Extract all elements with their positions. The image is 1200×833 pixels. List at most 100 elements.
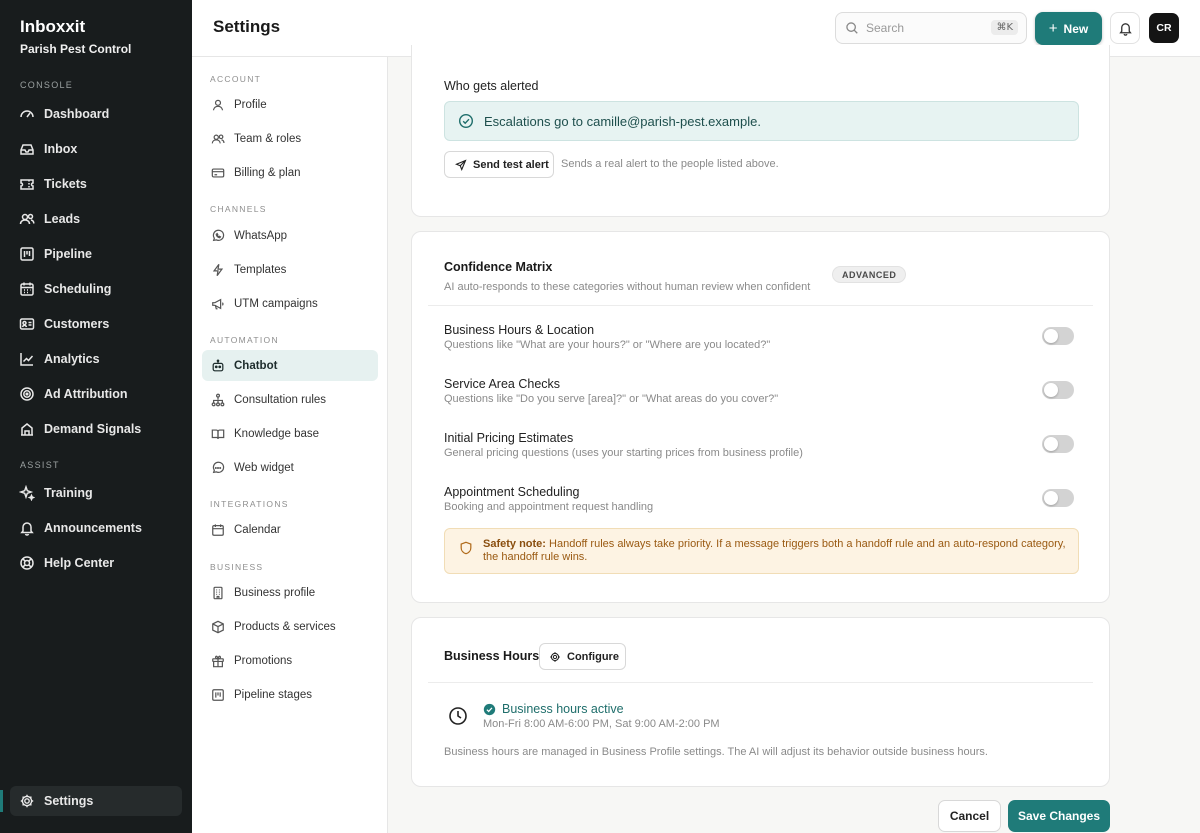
check-circle-icon <box>458 113 474 129</box>
nav-analytics[interactable]: Analytics <box>10 344 182 374</box>
section-automation: AUTOMATION <box>210 335 279 345</box>
nav-customers[interactable]: Customers <box>10 309 182 339</box>
nav-dashboard[interactable]: Dashboard <box>10 99 182 129</box>
nav-announcements[interactable]: Announcements <box>10 513 182 543</box>
calendar-icon <box>212 523 224 536</box>
hierarchy-icon <box>211 393 225 406</box>
settings-item-chatbot[interactable]: Chatbot <box>202 350 378 381</box>
configure-label: Configure <box>567 650 619 663</box>
settings-item-label: Chatbot <box>234 359 278 372</box>
settings-item-calendar[interactable]: Calendar <box>202 514 378 545</box>
nav-scheduling[interactable]: Scheduling <box>10 274 182 304</box>
business-hours-card: Business Hours Configure Business hours … <box>411 617 1110 787</box>
toggle-scheduling[interactable] <box>1042 489 1074 507</box>
main-sidebar: Inboxxit Parish Pest Control CONSOLE Das… <box>0 0 192 833</box>
configure-button[interactable]: Configure <box>539 643 626 670</box>
settings-item-label: Profile <box>234 98 267 111</box>
settings-item-label: Billing & plan <box>234 166 301 179</box>
settings-item-whatsapp[interactable]: WhatsApp <box>202 220 378 251</box>
send-test-alert-label: Send test alert <box>473 158 549 171</box>
nav-pipeline[interactable]: Pipeline <box>10 239 182 269</box>
category-title: Appointment Scheduling <box>444 485 580 499</box>
avatar[interactable]: CR <box>1149 13 1179 43</box>
hours-title: Business Hours <box>444 649 540 663</box>
gear-icon <box>550 651 560 662</box>
settings-item-business-profile[interactable]: Business profile <box>202 577 378 608</box>
settings-item-billing[interactable]: Billing & plan <box>202 157 378 188</box>
search-shortcut: ⌘K <box>991 20 1018 35</box>
settings-item-label: Promotions <box>234 654 293 667</box>
settings-item-profile[interactable]: Profile <box>202 89 378 120</box>
nav-settings[interactable]: Settings <box>10 786 182 816</box>
send-icon <box>455 158 467 171</box>
category-desc: Questions like "Do you serve [area]?" or… <box>444 393 779 405</box>
nav-inbox[interactable]: Inbox <box>10 134 182 164</box>
bell-icon <box>1118 22 1132 36</box>
safety-note: Safety note: Handoff rules always take p… <box>444 528 1079 574</box>
settings-item-pipeline-stages[interactable]: Pipeline stages <box>202 679 378 710</box>
cancel-button[interactable]: Cancel <box>938 800 1001 832</box>
safety-label: Safety note: <box>483 538 546 550</box>
settings-item-products[interactable]: Products & services <box>202 611 378 642</box>
nav-leads[interactable]: Leads <box>10 204 182 234</box>
nav-label: Tickets <box>44 177 87 191</box>
safety-text: Handoff rules always take priority. If a… <box>483 538 1066 563</box>
gear-icon <box>20 794 34 808</box>
book-open-icon <box>211 428 225 439</box>
users-icon <box>19 213 35 225</box>
settings-item-utm[interactable]: UTM campaigns <box>202 288 378 319</box>
chat-bubble-icon <box>212 461 225 473</box>
active-indicator <box>0 790 3 812</box>
divider <box>428 682 1093 683</box>
credit-card-icon <box>211 167 225 178</box>
settings-item-consultation[interactable]: Consultation rules <box>202 384 378 415</box>
lightning-icon <box>212 263 224 276</box>
hours-status: Business hours active <box>483 702 624 716</box>
settings-item-knowledge[interactable]: Knowledge base <box>202 418 378 449</box>
nav-demand-signals[interactable]: Demand Signals <box>10 414 182 444</box>
search-input[interactable]: Search ⌘K <box>835 12 1027 44</box>
settings-item-team[interactable]: Team & roles <box>202 123 378 154</box>
notifications-button[interactable] <box>1110 12 1140 44</box>
nav-training[interactable]: Training <box>10 478 182 508</box>
settings-item-widget[interactable]: Web widget <box>202 452 378 483</box>
toggle-business-hours[interactable] <box>1042 327 1074 345</box>
lifebuoy-icon <box>20 556 34 570</box>
user-icon <box>212 99 224 110</box>
gauge-icon <box>20 110 34 118</box>
hours-times: Mon-Fri 8:00 AM-6:00 PM, Sat 9:00 AM-2:0… <box>483 718 720 730</box>
nav-ad-attribution[interactable]: Ad Attribution <box>10 379 182 409</box>
nav-tickets[interactable]: Tickets <box>10 169 182 199</box>
org-name: Parish Pest Control <box>20 42 132 56</box>
settings-item-promotions[interactable]: Promotions <box>202 645 378 676</box>
kanban-icon <box>212 688 224 701</box>
send-test-alert-button[interactable]: Send test alert <box>444 151 554 178</box>
kanban-icon <box>20 247 34 261</box>
who-gets-alerted-label: Who gets alerted <box>444 79 539 93</box>
nav-label: Settings <box>44 794 94 808</box>
megaphone-icon <box>212 298 224 309</box>
box-icon <box>212 620 224 633</box>
toggle-service-area[interactable] <box>1042 381 1074 399</box>
matrix-title: Confidence Matrix <box>444 260 553 274</box>
section-assist: ASSIST <box>20 460 60 470</box>
settings-item-label: WhatsApp <box>234 229 288 242</box>
settings-item-label: Calendar <box>234 523 281 536</box>
settings-item-templates[interactable]: Templates <box>202 254 378 285</box>
settings-item-label: Templates <box>234 263 287 276</box>
new-button[interactable]: + New <box>1035 12 1102 45</box>
section-console: CONSOLE <box>20 80 74 90</box>
category-desc: Questions like "What are your hours?" or… <box>444 339 771 351</box>
settings-item-label: Consultation rules <box>234 393 327 406</box>
clock-icon <box>449 707 467 725</box>
id-card-icon <box>19 318 35 330</box>
nav-help-center[interactable]: Help Center <box>10 548 182 578</box>
section-account: ACCOUNT <box>210 74 262 84</box>
category-title: Service Area Checks <box>444 377 561 391</box>
settings-item-label: Web widget <box>234 461 294 474</box>
nav-label: Announcements <box>44 521 142 535</box>
save-changes-button[interactable]: Save Changes <box>1008 800 1110 832</box>
toggle-knob <box>1044 329 1058 343</box>
settings-item-label: Products & services <box>234 620 336 633</box>
toggle-pricing[interactable] <box>1042 435 1074 453</box>
